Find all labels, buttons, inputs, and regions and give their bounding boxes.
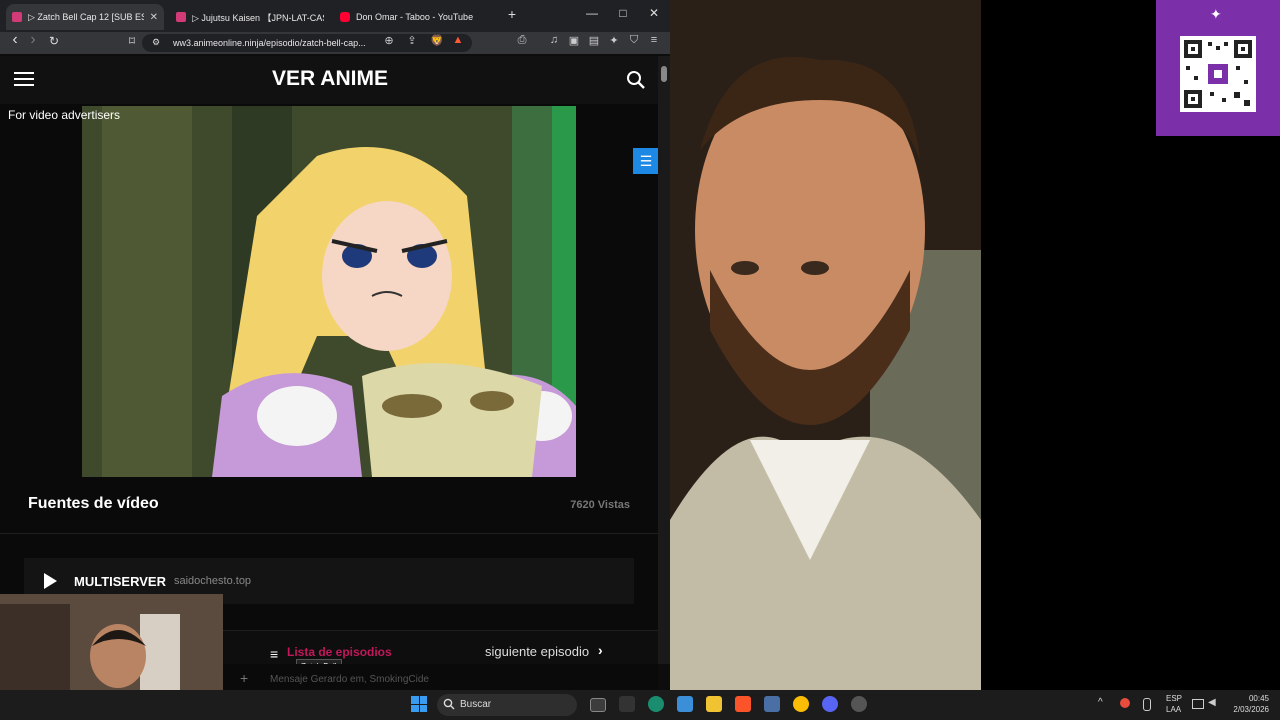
media-icon[interactable]: ♫ (545, 34, 563, 46)
tab-close-icon[interactable]: ✕ (144, 12, 158, 23)
tab-label: ▷ Jujutsu Kaisen 【JPN-LAT-CAST】( (192, 12, 324, 23)
back-button[interactable]: ‹ (6, 31, 24, 49)
leo-ai-icon[interactable]: ✦ (605, 34, 623, 47)
new-tab-button[interactable]: + (497, 6, 527, 22)
youtube-favicon-icon (340, 12, 350, 22)
screenshot-icon[interactable]: ⎙ (513, 34, 531, 47)
chrome-icon[interactable] (793, 696, 809, 712)
anime-site-favicon-icon (176, 12, 186, 22)
clock-time[interactable]: 00:45 (1229, 694, 1269, 703)
language-layout[interactable]: LAA (1166, 705, 1181, 714)
tab-label: ▷ Zatch Bell Cap 12 [SUB ES (28, 11, 144, 22)
chevron-right-icon[interactable]: › (598, 642, 603, 658)
list-icon[interactable]: ≡ (270, 646, 278, 662)
brave-taskbar-icon[interactable] (735, 696, 751, 712)
zoom-icon[interactable]: ⊕ (380, 34, 398, 47)
vpn-icon[interactable]: ⛉ (625, 34, 643, 47)
share-icon[interactable]: ⇪ (403, 34, 421, 47)
qr-code-image (1180, 36, 1256, 112)
ad-label[interactable]: For video advertisers (8, 108, 120, 122)
anime-frame-image (82, 106, 576, 477)
discord-icon[interactable] (822, 696, 838, 712)
file-explorer-icon[interactable] (706, 696, 722, 712)
language-code[interactable]: ESP (1166, 694, 1182, 703)
settings-icon[interactable] (851, 696, 867, 712)
views-count: 7620 Vistas (570, 499, 630, 511)
tab-youtube[interactable]: Don Omar - Taboo - YouTube (334, 4, 494, 30)
site-info-icon[interactable]: ⚙ (147, 37, 165, 48)
microphone-icon[interactable] (1143, 698, 1151, 711)
clock-date[interactable]: 2/03/2026 (1222, 705, 1269, 714)
brave-rewards-icon[interactable]: ▲ (449, 34, 467, 46)
wallet-icon[interactable]: ▤ (585, 34, 603, 47)
anime-site-favicon-icon (12, 12, 22, 22)
windows-start-icon[interactable] (411, 696, 427, 712)
tray-expand-icon[interactable]: ^ (1098, 697, 1103, 708)
notes-icon[interactable] (677, 696, 693, 712)
man-photo-image (670, 0, 981, 690)
menu-icon[interactable]: ≡ (645, 34, 663, 46)
server-host: saidochesto.top (174, 575, 252, 587)
site-brand[interactable]: VER ANIME (0, 67, 660, 91)
taskbar-search-icon (443, 698, 455, 710)
search-icon[interactable] (626, 70, 646, 90)
volume-icon[interactable]: ◀ (1208, 697, 1216, 708)
reload-button[interactable]: ↻ (45, 34, 63, 48)
tab-jujutsu-kaisen[interactable]: ▷ Jujutsu Kaisen 【JPN-LAT-CAST】( (170, 4, 330, 30)
taskbar (0, 690, 1280, 720)
portrait-image (670, 0, 981, 690)
tab-zatch-bell[interactable]: ▷ Zatch Bell Cap 12 [SUB ES ✕ (6, 4, 164, 30)
edge-icon[interactable] (648, 696, 664, 712)
scrollbar[interactable] (658, 56, 670, 664)
epic-games-icon[interactable] (619, 696, 635, 712)
task-view-icon[interactable] (590, 698, 606, 712)
episode-list-link[interactable]: Lista de episodios (287, 645, 392, 659)
bookmark-icon[interactable]: ⌑ (123, 34, 141, 48)
side-panel-button[interactable]: ☰ (633, 148, 659, 174)
close-window-button[interactable]: ✕ (639, 6, 669, 20)
taskbar-search[interactable] (437, 694, 577, 716)
taskbar-search-label: Buscar (460, 699, 492, 710)
scrollbar-thumb[interactable] (661, 66, 667, 82)
divider (0, 533, 658, 534)
server-name[interactable]: MULTISERVER (74, 574, 166, 589)
maximize-button[interactable]: □ (608, 6, 638, 20)
sources-title: Fuentes de vídeo (28, 495, 159, 512)
chat-input[interactable]: Mensaje Gerardo em, SmokingCide (270, 674, 429, 685)
chat-plus-icon[interactable]: + (240, 670, 248, 686)
brave-shield-icon[interactable]: 🦁 (428, 34, 446, 47)
mascot-icon: ✦ (1210, 6, 1222, 22)
network-icon[interactable] (1192, 699, 1204, 709)
play-icon[interactable] (44, 573, 57, 589)
sidebar-icon[interactable]: ▣ (565, 34, 583, 47)
forward-button[interactable]: › (24, 31, 42, 49)
next-episode-link[interactable]: siguiente episodio (485, 644, 589, 659)
minimize-button[interactable]: — (577, 6, 607, 20)
calculator-icon[interactable] (764, 696, 780, 712)
tab-label: Don Omar - Taboo - YouTube (356, 12, 474, 22)
video-player[interactable] (82, 106, 576, 477)
tray-app-icon[interactable] (1120, 698, 1130, 708)
